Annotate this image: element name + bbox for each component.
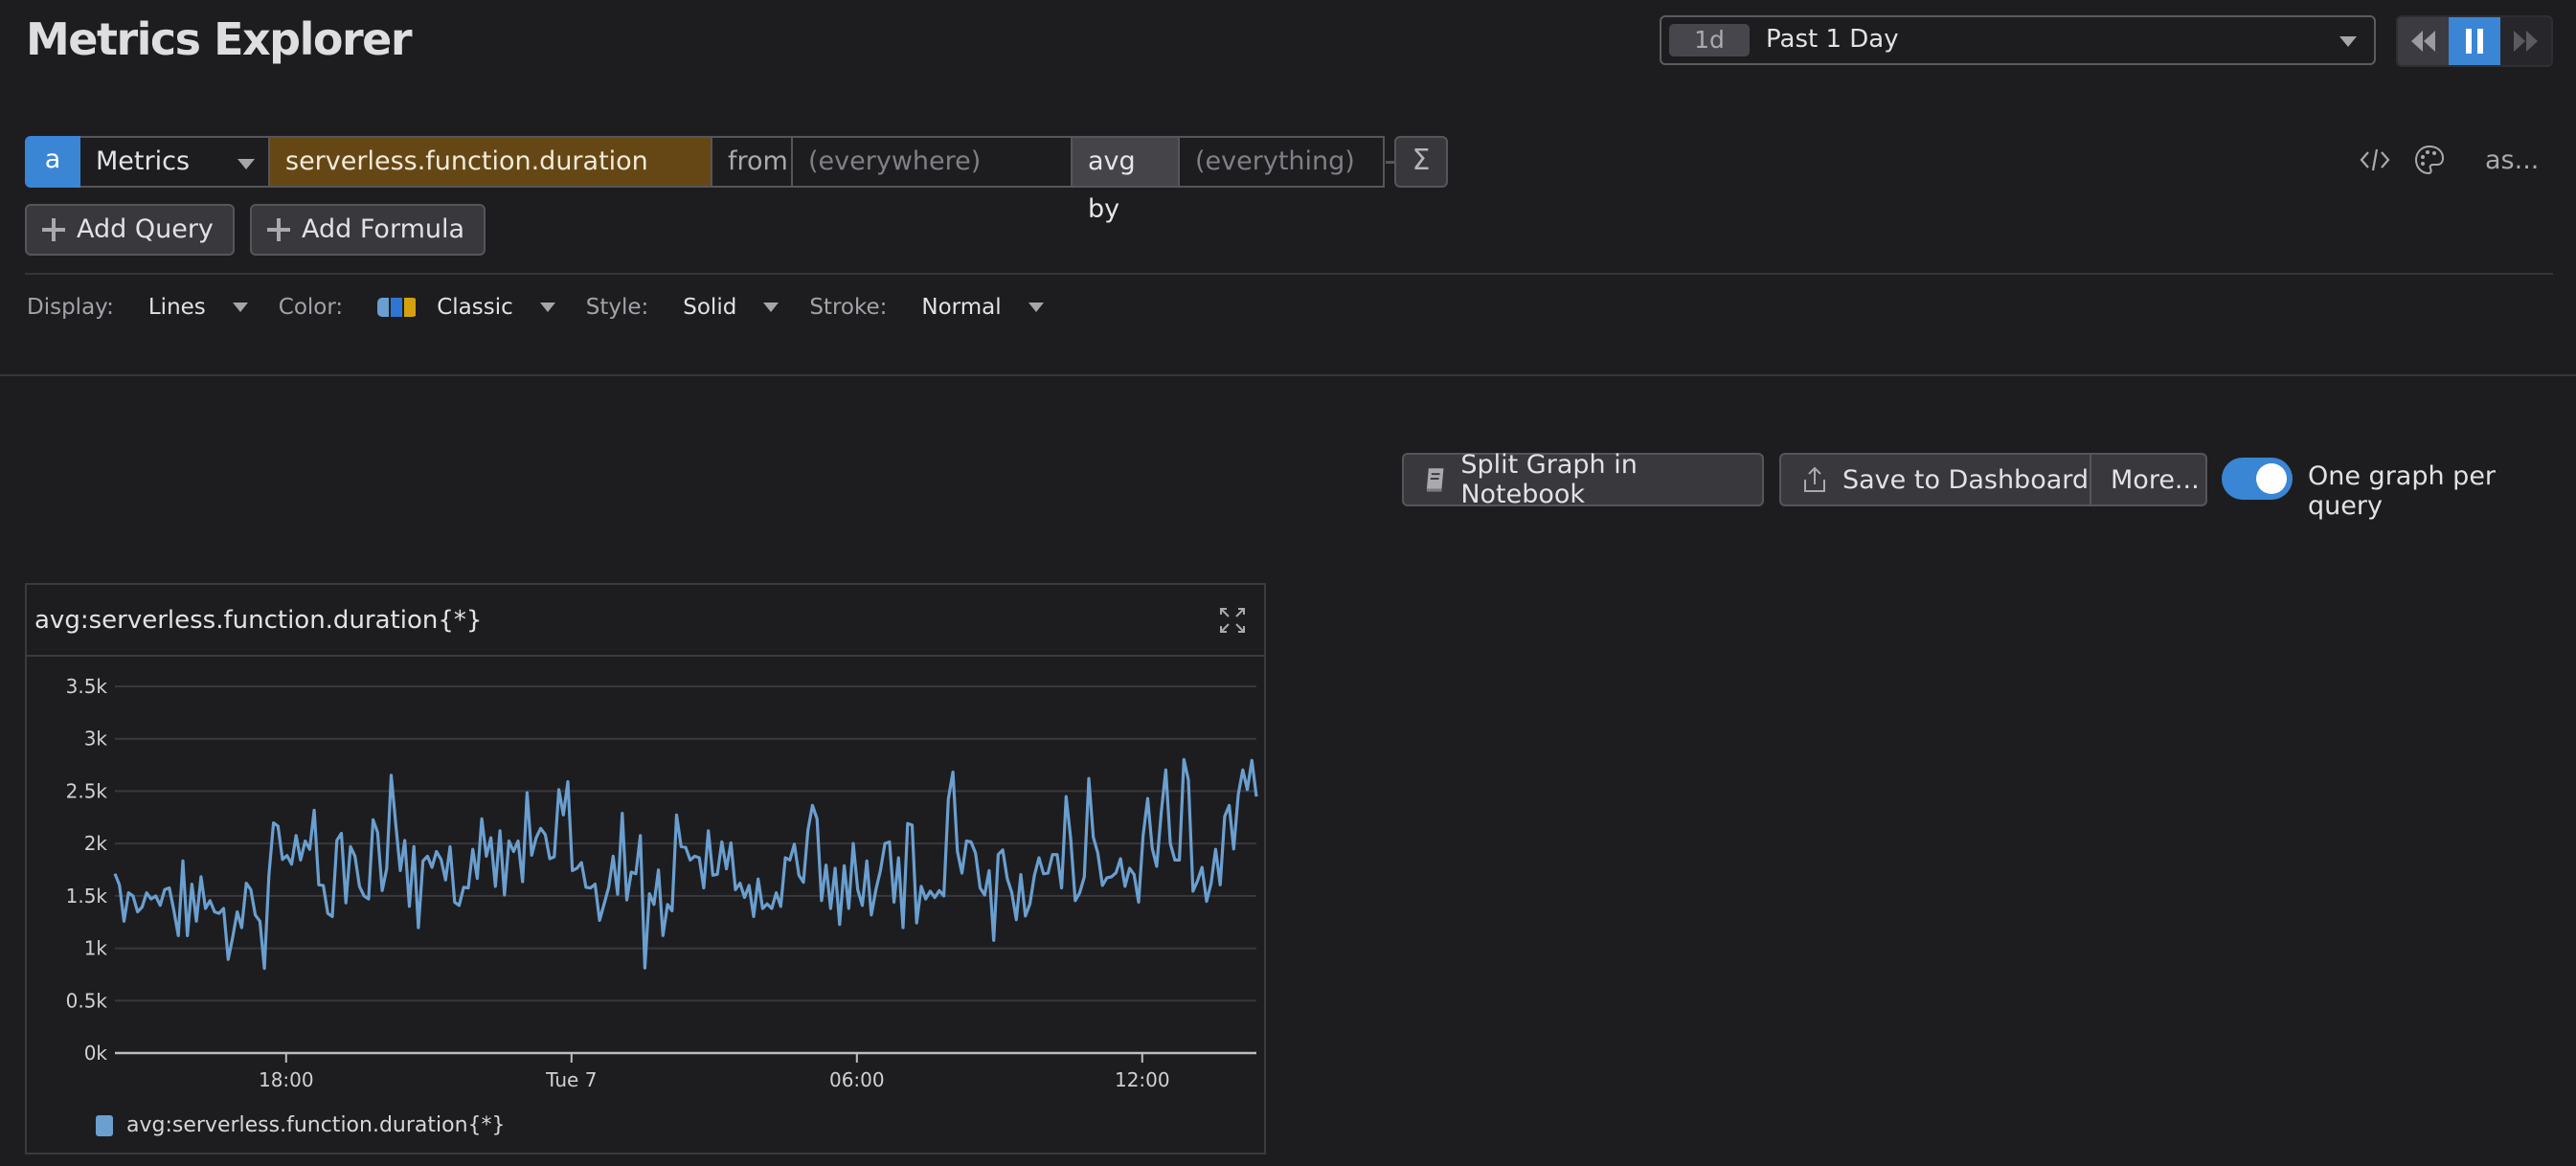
alias-button[interactable]: as... [2485,146,2539,175]
data-source-value: Metrics [96,146,191,176]
data-source-select[interactable]: Metrics [80,136,270,188]
upload-icon [1804,466,1825,492]
palette-icon [2414,145,2445,175]
rewind-icon [2410,31,2435,52]
chevron-down-icon [2339,36,2357,47]
y-tick-label: 1k [84,937,108,960]
color-label: Color: [278,295,344,320]
time-range-picker[interactable]: 1d Past 1 Day [1660,15,2376,65]
split-graph-notebook-button[interactable]: Split Graph in Notebook [1402,450,1764,509]
toggle-label: One graph per query [2308,461,2497,521]
display-select[interactable]: Lines [148,295,206,320]
widget-title: avg:serverless.function.duration{*} [34,606,483,635]
chevron-down-icon[interactable] [232,303,248,312]
rewind-button[interactable] [2398,17,2450,65]
swatch-color [391,298,403,317]
x-tick-label: 18:00 [259,1068,314,1091]
pause-icon [2465,29,2483,54]
expand-icon[interactable] [1218,606,1247,635]
group-by-input[interactable]: (everything) [1180,136,1385,188]
legend-label: avg:serverless.function.duration{*} [126,1113,506,1137]
x-tick-label: Tue 7 [545,1068,597,1091]
y-tick-label: 3.5k [66,675,108,698]
stroke-select[interactable]: Normal [921,295,1001,320]
metric-input[interactable]: serverless.function.duration [270,136,712,188]
y-tick-label: 0.5k [66,989,108,1012]
add-formula-button[interactable]: Add Formula [250,204,486,256]
timeseries-chart[interactable]: 0k 0.5k 1k 1.5k 2k 2.5k 3k 3.5k 18:00 Tue 7 06:00… [27,657,1264,1155]
add-query-button[interactable]: Add Query [25,204,235,256]
color-select[interactable]: Classic [437,295,513,320]
toggle-knob [2256,463,2287,494]
swatch-color [377,298,390,317]
palette-button[interactable] [2413,144,2446,183]
split-graph-label: Split Graph in Notebook [1460,450,1638,509]
divider [0,374,2576,376]
color-palette-swatch [377,298,418,317]
plus-icon [42,218,65,241]
save-to-dashboard-button[interactable]: Save to Dashboard [1781,455,2091,505]
y-tick-label: 2k [84,832,108,855]
graph-widget: avg:serverless.function.duration{*} 0k 0.… [25,583,1266,1155]
y-tick-label: 1.5k [66,885,108,908]
chevron-down-icon [237,159,255,169]
chevron-down-icon[interactable] [763,303,780,312]
swatch-color [404,298,417,317]
fast-forward-icon [2514,31,2539,52]
page-title: Metrics Explorer [26,13,413,65]
widget-header: avg:serverless.function.duration{*} [27,585,1264,657]
display-options: Display: Lines Color: Classic Style: Sol… [27,295,1074,320]
style-select[interactable]: Solid [683,295,736,320]
legend-swatch [96,1114,113,1136]
more-button[interactable]: More... [2091,465,2200,495]
scope-input[interactable]: (everywhere) [793,136,1073,188]
query-letter-badge[interactable]: a [25,136,80,188]
chart-legend[interactable]: avg:serverless.function.duration{*} [96,1113,506,1137]
code-icon [2360,148,2390,171]
save-dashboard-group: Save to Dashboard More... [1779,453,2207,506]
one-graph-per-query-toggle[interactable] [2222,458,2293,500]
x-tick-label: 12:00 [1115,1068,1170,1091]
function-button[interactable]: Σ [1394,136,1448,188]
y-tick-label: 0k [84,1042,108,1065]
chevron-down-icon[interactable] [539,303,555,312]
y-tick-label: 3k [84,728,108,751]
playback-controls [2396,15,2553,67]
add-formula-label: Add Formula [302,214,465,244]
plus-icon [267,218,290,241]
style-label: Style: [585,295,649,320]
add-query-label: Add Query [77,214,214,244]
from-label: from [712,136,793,188]
code-view-button[interactable] [2359,144,2391,183]
time-range-label: Past 1 Day [1766,25,1899,54]
pause-button[interactable] [2449,17,2500,65]
fast-forward-button[interactable] [2500,17,2551,65]
y-tick-label: 2.5k [66,779,108,802]
stroke-label: Stroke: [809,295,888,320]
time-range-badge: 1d [1669,24,1750,56]
chevron-down-icon[interactable] [1028,303,1044,312]
divider [25,273,2553,275]
notebook-icon [1426,468,1444,492]
display-label: Display: [27,295,114,320]
save-to-dashboard-label: Save to Dashboard [1842,464,2090,495]
aggregation-select[interactable]: avg by [1073,136,1180,224]
query-editor: a Metrics serverless.function.duration f… [25,136,1385,224]
x-tick-label: 06:00 [829,1068,885,1091]
